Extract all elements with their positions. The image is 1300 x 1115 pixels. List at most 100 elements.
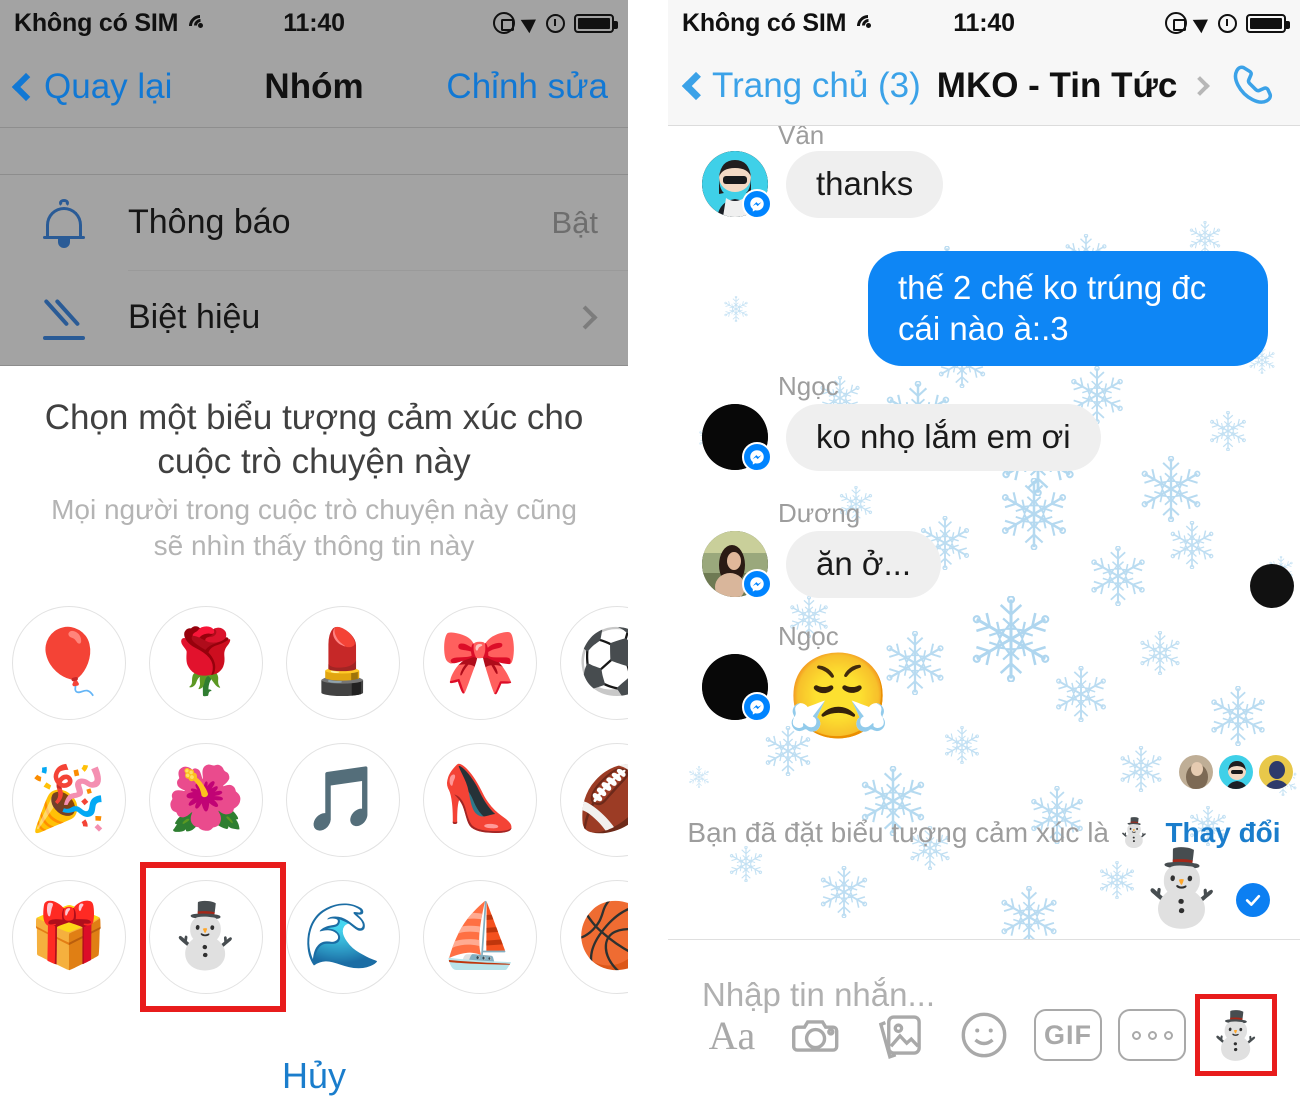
cancel-row: Hủy xyxy=(0,1055,628,1097)
alarm-clock-icon xyxy=(1218,13,1237,33)
emoji-option-lipstick[interactable]: 💄 xyxy=(274,594,411,731)
avatar[interactable] xyxy=(702,404,772,472)
notifications-label: Thông báo xyxy=(128,203,291,241)
message-row-incoming-2: ko nhọ lắm em ơi xyxy=(668,404,1300,472)
avatar xyxy=(1258,754,1294,790)
snowman-icon: ⛄ xyxy=(148,879,263,994)
emoji-option-music-notes[interactable]: 🎵 xyxy=(274,731,411,868)
screenshot-root: Không có SIM 11:40 Quay lại Nhóm Chỉnh s… xyxy=(0,0,1300,1115)
rotation-lock-icon xyxy=(493,12,515,34)
emoji-option-basketball[interactable]: 🏀 xyxy=(548,868,628,1005)
left-status-bar: Không có SIM 11:40 xyxy=(0,0,628,46)
chevron-right-icon xyxy=(1190,75,1211,96)
emoji-option-balloon[interactable]: 🎈 xyxy=(0,594,137,731)
emoji-option-wave[interactable]: 🌊 xyxy=(274,868,411,1005)
sender-name: Ngọc xyxy=(778,621,839,651)
ribbon-icon: 🎀 xyxy=(422,605,537,720)
wave-icon: 🌊 xyxy=(285,879,400,994)
chat-message-list[interactable]: Vân thanks thế 2 chế ko trúng đc cái nào… xyxy=(668,126,1300,939)
right-status-bar: Không có SIM 11:40 xyxy=(668,0,1300,46)
basketball-icon: 🏀 xyxy=(559,879,628,994)
left-navigation-bar: Quay lại Nhóm Chỉnh sửa xyxy=(0,46,628,128)
message-bubble[interactable]: ăn ở... xyxy=(786,531,942,598)
check-circle-icon xyxy=(1236,883,1270,917)
back-to-home-button[interactable]: Trang chủ (3) xyxy=(712,66,921,106)
text-format-icon[interactable]: Aa xyxy=(690,999,774,1071)
emoji-option-soccer-ball[interactable]: ⚽ xyxy=(548,594,628,731)
message-bubble[interactable]: thế 2 chế ko trúng đc cái nào à:.3 xyxy=(868,251,1268,366)
emoji-option-high-heel[interactable]: 👠 xyxy=(411,731,548,868)
balloon-icon: 🎈 xyxy=(11,605,126,720)
message-group-duong: Dương ăn ở... xyxy=(668,498,1300,599)
emoji-grid: 🎈 🌹 💄 🎀 ⚽ 🎉 🌺 🎵 👠 🏈 🎁 ⛄ 🌊 ⛵ 🏀 xyxy=(0,594,628,1013)
message-bubble[interactable]: ko nhọ lắm em ơi xyxy=(786,404,1101,471)
american-football-icon: 🏈 xyxy=(559,742,628,857)
camera-icon[interactable] xyxy=(774,999,858,1071)
emoji-option-rose[interactable]: 🌹 xyxy=(137,594,274,731)
sidebar-item-notifications[interactable]: Thông báo Bật xyxy=(0,175,628,270)
bell-icon xyxy=(0,198,128,248)
battery-full-icon xyxy=(574,13,618,33)
nickname-label: Biệt hiệu xyxy=(128,298,261,336)
left-phone-panel: Không có SIM 11:40 Quay lại Nhóm Chỉnh s… xyxy=(0,0,628,1115)
soccer-ball-icon: ⚽ xyxy=(559,605,628,720)
location-arrow-icon xyxy=(520,12,541,34)
messenger-badge-icon xyxy=(742,442,772,472)
right-phone-panel: Không có SIM 11:40 Trang chủ (3) MKO - T… xyxy=(668,0,1300,1115)
messenger-badge-icon xyxy=(742,692,772,722)
message-emoji[interactable]: 😤 xyxy=(786,654,891,738)
party-popper-icon: 🎉 xyxy=(11,742,126,857)
snowman-theme-icon[interactable]: ⛄ xyxy=(1194,999,1278,1071)
change-reaction-button[interactable]: Thay đổi xyxy=(1165,817,1280,848)
chat-navigation-bar: Trang chủ (3) MKO - Tin Tức xyxy=(668,46,1300,126)
emoji-option-sailboat[interactable]: ⛵ xyxy=(411,868,548,1005)
group-settings-list: Thông báo Bật Biệt hiệu xyxy=(0,175,628,365)
emoji-option-snowman[interactable]: ⛄ xyxy=(137,862,286,1013)
emoji-option-hibiscus[interactable]: 🌺 xyxy=(137,731,274,868)
avatar xyxy=(1178,754,1214,790)
emoji-option-american-football[interactable]: 🏈 xyxy=(548,731,628,868)
phone-icon[interactable] xyxy=(1228,61,1278,111)
chevron-right-icon xyxy=(573,305,598,330)
message-row-incoming-1: thanks xyxy=(668,151,1300,219)
avatar[interactable] xyxy=(702,531,772,599)
message-bubble[interactable]: thanks xyxy=(786,151,944,218)
snowman-icon: ⛄ xyxy=(1116,817,1152,848)
battery-full-icon xyxy=(1246,13,1290,33)
photos-icon[interactable] xyxy=(858,999,942,1071)
message-row-outgoing: thế 2 chế ko trúng đc cái nào à:.3 xyxy=(668,251,1300,366)
music-notes-icon: 🎵 xyxy=(285,742,400,857)
alarm-clock-icon xyxy=(546,13,565,33)
gif-icon[interactable]: GIF xyxy=(1026,999,1110,1071)
message-row-incoming-3: ăn ở... xyxy=(668,531,1300,599)
emoji-option-party-popper[interactable]: 🎉 xyxy=(0,731,137,868)
emoji-option-gift[interactable]: 🎁 xyxy=(0,868,137,1005)
seen-by-avatars xyxy=(1178,754,1294,790)
notifications-value: Bật xyxy=(551,204,598,240)
avatar[interactable] xyxy=(702,151,772,219)
sender-name-partial: Vân xyxy=(778,126,825,150)
cancel-button[interactable]: Hủy xyxy=(282,1055,346,1096)
lipstick-icon: 💄 xyxy=(285,605,400,720)
chevron-left-icon[interactable] xyxy=(681,71,711,100)
emoji-option-ribbon[interactable]: 🎀 xyxy=(411,594,548,731)
avatar xyxy=(1218,754,1254,790)
edit-button[interactable]: Chỉnh sửa xyxy=(446,67,608,107)
avatar[interactable] xyxy=(702,654,772,722)
emoji-picker-sheet: Chọn một biểu tượng cảm xúc cho cuộc trò… xyxy=(0,366,628,1098)
messenger-badge-icon xyxy=(742,569,772,599)
thread-title[interactable]: MKO - Tin Tức xyxy=(937,66,1178,106)
reaction-status-note: Bạn đã đặt biểu tượng cảm xúc là ⛄ Thay … xyxy=(668,816,1300,849)
sender-name: Ngọc xyxy=(778,371,839,401)
sidebar-item-nickname[interactable]: Biệt hiệu xyxy=(0,270,628,365)
sender-name: Dương xyxy=(778,498,861,528)
hibiscus-icon: 🌺 xyxy=(148,742,263,857)
status-right-group xyxy=(1165,12,1290,34)
messenger-badge-icon xyxy=(742,189,772,219)
sticker-smiley-icon[interactable] xyxy=(942,999,1026,1071)
message-group-ngoc-1: Ngọc ko nhọ lắm em ơi xyxy=(668,371,1300,472)
more-options-icon[interactable] xyxy=(1110,999,1194,1071)
status-right-group xyxy=(493,12,618,34)
message-row-incoming-4: 😤 xyxy=(668,654,1300,738)
emoji-sheet-subtitle: Mọi người trong cuộc trò chuyện này cũng… xyxy=(51,493,577,561)
